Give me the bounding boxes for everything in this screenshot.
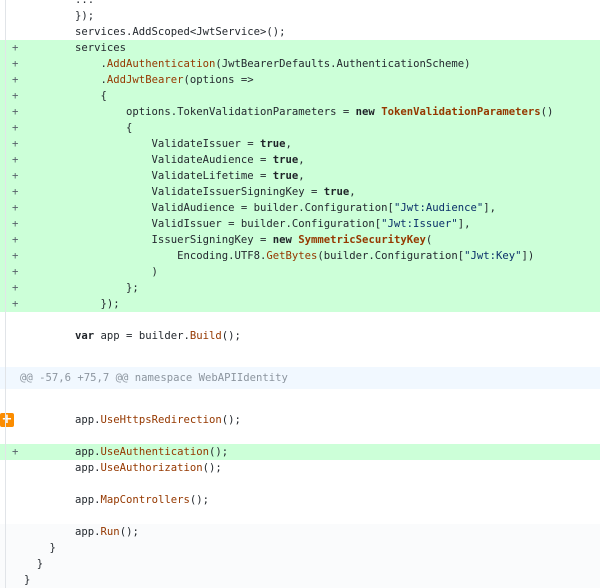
diff-line-added: + IssuerSigningKey = new SymmetricSecuri… <box>0 232 600 248</box>
diff-line-added: + .AddJwtBearer(options => <box>0 72 600 88</box>
diff-line-added: + ValidIssuer = builder.Configuration["J… <box>0 216 600 232</box>
diff-line-added: + Encoding.UTF8.GetBytes(builder.Configu… <box>0 248 600 264</box>
diff-line-added: + { <box>0 120 600 136</box>
diff-line-added: + app.UseAuthentication(); <box>0 444 600 460</box>
diff-line: } <box>0 556 600 572</box>
diff-line-added: + ValidateIssuer = true, <box>0 136 600 152</box>
diff-line-added: + ValidateAudience = true, <box>0 152 600 168</box>
diff-line: var app = builder.Build(); <box>0 328 600 344</box>
diff-line-added: + options.TokenValidationParameters = ne… <box>0 104 600 120</box>
diff-line: app.Run(); <box>0 524 600 540</box>
diff-line-added: + }); <box>0 296 600 312</box>
diff-line-added: + ) <box>0 264 600 280</box>
diff-line-added: + { <box>0 88 600 104</box>
diff-line: ... <box>0 0 600 8</box>
code-diff: ... }); services.AddScoped<JwtService>()… <box>0 0 600 588</box>
diff-line-added: + ValidateLifetime = true, <box>0 168 600 184</box>
diff-line: } <box>0 540 600 556</box>
diff-line-added: + services <box>0 40 600 56</box>
diff-line: app.MapControllers(); <box>0 492 600 508</box>
diff-line-added: + ValidAudience = builder.Configuration[… <box>0 200 600 216</box>
diff-line-added: + }; <box>0 280 600 296</box>
diff-line: app.UseAuthorization(); <box>0 460 600 476</box>
diff-line: + app.UseHttpsRedirection(); <box>0 412 241 428</box>
hunk-header: @@ -57,6 +75,7 @@ namespace WebAPIIdenti… <box>0 367 600 389</box>
diff-line-added: + .AddAuthentication(JwtBearerDefaults.A… <box>0 56 600 72</box>
diff-line: } <box>0 572 600 588</box>
diff-line: }); <box>0 8 600 24</box>
diff-line-added: + ValidateIssuerSigningKey = true, <box>0 184 600 200</box>
diff-line: services.AddScoped<JwtService>(); <box>0 24 600 40</box>
